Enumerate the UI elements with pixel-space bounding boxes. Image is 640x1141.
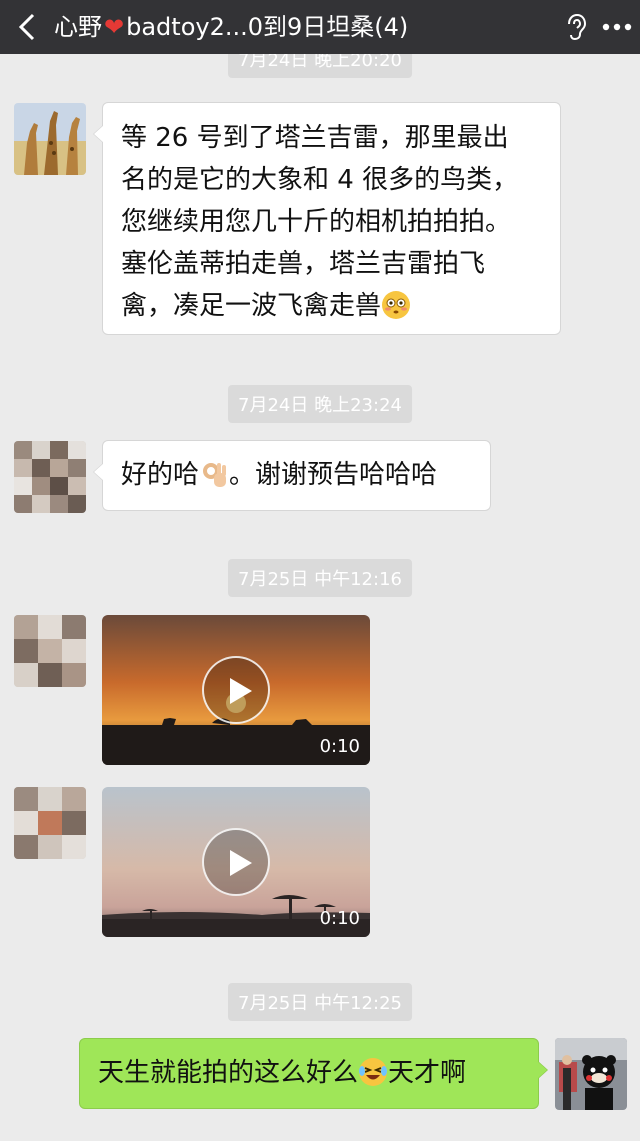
- avatar-giraffe[interactable]: [14, 103, 86, 175]
- timestamp: 7月24日 晚上23:24: [228, 385, 412, 423]
- heart-icon: ❤: [104, 13, 125, 41]
- message-line: 等 26 号到了塔兰吉雷，那里最出: [121, 123, 509, 153]
- message-text: 。谢谢预告哈哈哈: [229, 460, 438, 490]
- avatar-blurred[interactable]: [14, 787, 86, 859]
- more-dots-icon: [602, 23, 632, 31]
- video-duration: 0:10: [319, 736, 360, 757]
- message-text: 禽，凑足一波飞禽走兽: [121, 291, 382, 321]
- ear-icon: [568, 13, 587, 41]
- message-line: 禽，凑足一波飞禽走兽: [121, 285, 542, 327]
- video-message[interactable]: 0:10: [102, 787, 370, 937]
- flushed-face-emoji-icon: [382, 291, 411, 319]
- message-line: 塞伦盖蒂拍走兽，塔兰吉雷拍飞: [121, 249, 486, 279]
- title-prefix: 心野: [54, 13, 102, 41]
- timestamp: 7月25日 中午12:25: [228, 983, 412, 1021]
- avatar-self[interactable]: [555, 1038, 627, 1110]
- chevron-left-icon: [18, 13, 35, 41]
- chat-area[interactable]: 7月24日 晚上20:20 等 26 号到了塔兰吉雷，那里最出 名的是它的大象和…: [0, 54, 640, 1141]
- timestamp: 7月24日 晚上20:20: [228, 54, 412, 78]
- message-text: 天生就能拍的这么好么: [98, 1058, 359, 1088]
- play-icon[interactable]: [202, 828, 270, 896]
- ear-mode-button[interactable]: [558, 0, 594, 54]
- message-bubble-outgoing[interactable]: 天生就能拍的这么好么 天才啊: [79, 1038, 548, 1109]
- message-bubble-incoming[interactable]: 好的哈 。谢谢预告哈哈哈: [93, 440, 491, 511]
- play-icon[interactable]: [202, 656, 270, 724]
- ok-hand-emoji-icon: [203, 463, 227, 487]
- message-line: 您继续用您几十斤的相机拍拍拍。: [121, 207, 512, 237]
- laughing-crying-emoji-icon: [359, 1058, 388, 1086]
- chat-title: 心野❤badtoy2...0到9日坦桑(4): [54, 0, 558, 54]
- timestamp: 7月25日 中午12:16: [228, 559, 412, 597]
- video-message[interactable]: 0:10: [102, 615, 370, 765]
- message-text: 好的哈: [121, 460, 200, 490]
- more-button[interactable]: [594, 0, 640, 54]
- message-text: 天才啊: [388, 1058, 467, 1088]
- back-button[interactable]: [0, 0, 54, 54]
- message-line: 名的是它的大象和 4 很多的鸟类，: [121, 165, 519, 195]
- chat-header: 心野❤badtoy2...0到9日坦桑(4): [0, 0, 640, 54]
- avatar-blurred[interactable]: [14, 441, 86, 513]
- video-duration: 0:10: [319, 908, 360, 929]
- title-suffix: badtoy2...0到9日坦桑(4): [126, 13, 409, 41]
- avatar-blurred[interactable]: [14, 615, 86, 687]
- message-bubble-incoming[interactable]: 等 26 号到了塔兰吉雷，那里最出 名的是它的大象和 4 很多的鸟类， 您继续用…: [93, 102, 561, 335]
